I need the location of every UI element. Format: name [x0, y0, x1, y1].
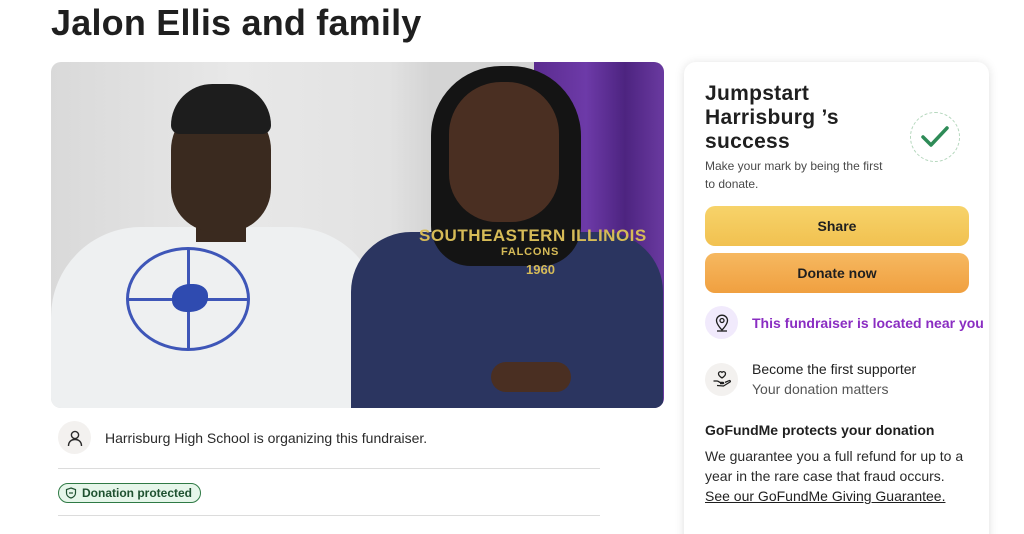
supporter-title: Become the first supporter — [752, 361, 917, 377]
divider — [58, 468, 600, 469]
share-button[interactable]: Share — [705, 206, 969, 246]
photo-person-right-head — [449, 82, 559, 222]
hand-heart-icon — [705, 362, 738, 396]
location-row: This fundraiser is located near you — [705, 306, 984, 339]
location-text: This fundraiser is located near you — [752, 314, 984, 331]
protection-title: GoFundMe protects your donation — [705, 422, 935, 438]
badge-label: Donation protected — [82, 486, 192, 500]
protection-text: We guarantee you a full refund for up to… — [705, 446, 965, 506]
card-title: Jumpstart Harrisburg ’s success — [705, 82, 839, 153]
supporter-subtitle: Your donation matters — [752, 381, 889, 397]
user-icon — [67, 430, 82, 446]
organizer-avatar — [58, 421, 91, 454]
photo-shirt-text-2: FALCONS — [501, 246, 560, 258]
fundraiser-photo: SOUTHEASTERN ILLINOIS FALCONS 1960 — [51, 62, 664, 408]
checkmark-icon — [910, 112, 960, 162]
card-subtitle: Make your mark by being the first to don… — [705, 159, 883, 191]
page-title: Jalon Ellis and family — [51, 2, 422, 43]
giving-guarantee-link[interactable]: See our GoFundMe Giving Guarantee. — [705, 488, 945, 504]
location-pin-icon — [705, 306, 738, 339]
photo-shirt-text-1: SOUTHEASTERN ILLINOIS — [419, 226, 647, 245]
photo-person-left-cap — [171, 84, 271, 134]
photo-person-right-hands — [491, 362, 571, 392]
donate-now-button[interactable]: Donate now — [705, 253, 969, 293]
photo-falcon-logo — [172, 284, 208, 312]
donation-card: Jumpstart Harrisburg ’s success Make you… — [684, 62, 989, 534]
photo-shirt-text-3: 1960 — [526, 262, 555, 277]
divider — [58, 515, 600, 516]
supporter-row: Become the first supporter Your donation… — [705, 359, 916, 399]
organizer-row: Harrisburg High School is organizing thi… — [58, 421, 427, 454]
donation-protected-badge: Donation protected — [58, 483, 201, 503]
organizer-text: Harrisburg High School is organizing thi… — [105, 429, 428, 446]
protection-body: We guarantee you a full refund for up to… — [705, 448, 964, 484]
shield-icon — [65, 487, 77, 499]
